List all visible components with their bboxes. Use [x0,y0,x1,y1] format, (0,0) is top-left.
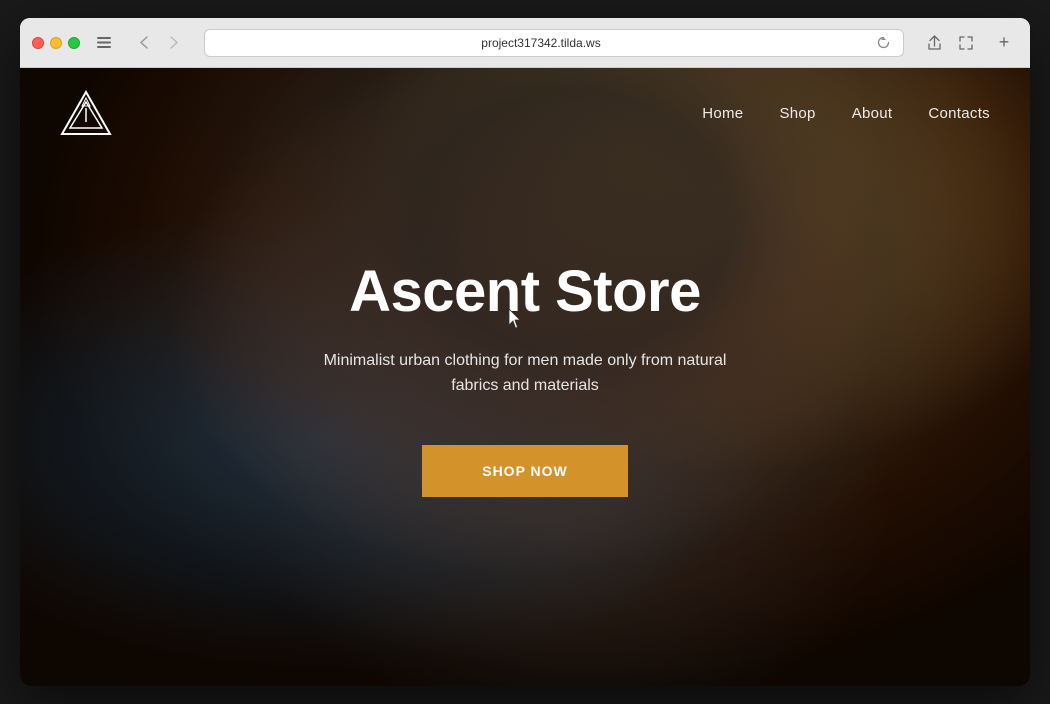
sidebar-toggle-button[interactable] [90,29,118,57]
hero-subtitle: Minimalist urban clothing for men made o… [315,348,735,399]
maximize-button[interactable] [68,37,80,49]
hero-title: Ascent Store [349,260,701,324]
nav-link-home[interactable]: Home [702,105,743,122]
forward-button[interactable] [160,29,188,57]
new-tab-icon: + [999,32,1010,53]
nav-link-shop[interactable]: Shop [779,105,815,122]
url-display: project317342.tilda.ws [215,36,867,50]
fullscreen-button[interactable] [952,29,980,57]
nav-buttons [130,29,188,57]
traffic-lights [32,37,80,49]
nav-item-about[interactable]: About [852,105,893,123]
site-logo[interactable] [60,88,112,140]
nav-item-shop[interactable]: Shop [779,105,815,123]
address-bar[interactable]: project317342.tilda.ws [204,29,904,57]
shop-now-button[interactable]: Shop now [422,445,628,497]
back-button[interactable] [130,29,158,57]
nav-item-home[interactable]: Home [702,105,743,123]
website-content: Home Shop About Contacts Ascent Store Mi… [20,68,1030,686]
minimize-button[interactable] [50,37,62,49]
browser-chrome: project317342.tilda.ws [20,18,1030,68]
browser-window: project317342.tilda.ws [20,18,1030,686]
browser-actions [920,29,980,57]
nav-item-contacts[interactable]: Contacts [928,105,990,123]
new-tab-button[interactable]: + [990,29,1018,57]
hero-content: Ascent Store Minimalist urban clothing f… [20,200,1030,557]
close-button[interactable] [32,37,44,49]
site-nav: Home Shop About Contacts [20,68,1030,160]
nav-links: Home Shop About Contacts [702,105,990,123]
nav-link-contacts[interactable]: Contacts [928,105,990,122]
refresh-button[interactable] [873,33,893,53]
nav-link-about[interactable]: About [852,105,893,122]
share-button[interactable] [920,29,948,57]
